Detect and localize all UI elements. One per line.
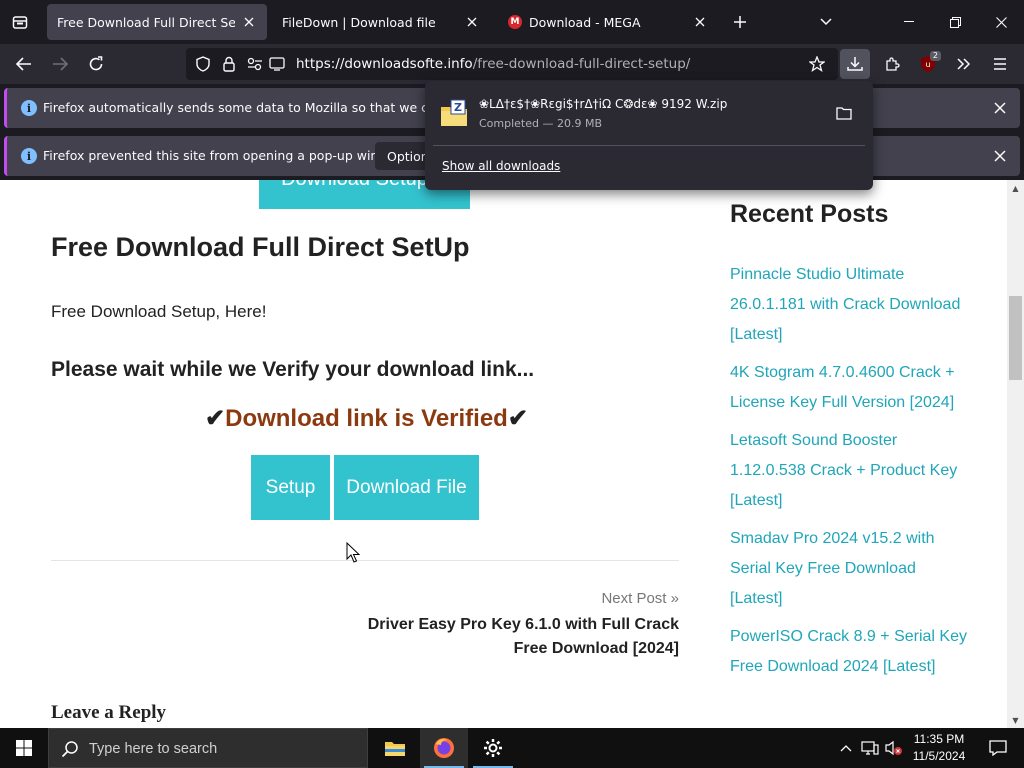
recent-post-link[interactable]: Pinnacle Studio Ultimate 26.0.1.181 with… xyxy=(730,260,970,350)
windows-taskbar: Type here to search 11:35 PM 11/5/2024 xyxy=(0,728,1024,768)
download-status: Completed — 20.9 MB xyxy=(479,117,603,130)
checkmark-icon: ✔ xyxy=(205,405,226,432)
minimize-icon[interactable] xyxy=(886,0,932,44)
windows-start-icon[interactable] xyxy=(0,728,48,768)
tab-mega[interactable]: M Download - MEGA xyxy=(498,4,718,40)
next-post-link[interactable]: Driver Easy Pro Key 6.1.0 with Full Crac… xyxy=(360,613,679,661)
page-info-icon[interactable] xyxy=(268,55,286,73)
divider xyxy=(433,145,865,146)
show-all-downloads-button[interactable]: Show all downloads xyxy=(442,159,560,173)
system-clock[interactable]: 11:35 PM 11/5/2024 xyxy=(908,731,970,765)
url-bar[interactable]: https://downloadsofte.info/free-download… xyxy=(186,48,838,80)
download-file-button[interactable]: Download File xyxy=(334,455,479,520)
close-icon[interactable] xyxy=(990,146,1010,166)
url-path: /free-download-full-direct-setup/ xyxy=(472,56,691,72)
recent-post-link[interactable]: PowerISO Crack 8.9 + Serial Key Free Dow… xyxy=(730,622,970,682)
shield-icon[interactable] xyxy=(194,55,212,73)
intro-text: Free Download Setup, Here! xyxy=(51,302,267,321)
list-all-tabs-icon[interactable] xyxy=(814,10,838,34)
folder-icon[interactable] xyxy=(833,103,855,123)
firefox-view-icon[interactable] xyxy=(8,10,32,34)
firefox-taskbar-icon[interactable] xyxy=(420,728,468,768)
taskbar-search-input[interactable]: Type here to search xyxy=(48,728,368,768)
tab-label: Free Download Full Direct SetUp - D xyxy=(57,14,235,30)
close-icon[interactable] xyxy=(241,14,257,30)
post-title: Free Download Full Direct SetUp xyxy=(51,232,470,262)
lock-icon[interactable] xyxy=(220,55,238,73)
downloads-panel: Z ❀LΔ†ε$†❀Rεgi$†rΔ†iΩ C❂dε❀ 9192 W.zip C… xyxy=(425,81,873,190)
show-all-label: Show all downloads xyxy=(442,159,561,173)
svg-text:u: u xyxy=(925,60,930,69)
tab-filedown[interactable]: FileDown | Download file xyxy=(272,4,490,40)
url-host: https://downloadsofte.info xyxy=(296,56,473,72)
ublock-origin-icon[interactable]: u 2 xyxy=(913,49,943,79)
navigation-toolbar: https://downloadsofte.info/free-download… xyxy=(0,44,1024,84)
search-icon xyxy=(61,741,78,758)
download-item[interactable]: Z ❀LΔ†ε$†❀Rεgi$†rΔ†iΩ C❂dε❀ 9192 W.zip C… xyxy=(433,87,865,137)
notification-center-icon[interactable] xyxy=(978,728,1018,768)
verified-message: ✔Download link is Verified✔ xyxy=(205,404,528,433)
volume-muted-icon[interactable] xyxy=(884,738,904,758)
menu-icon[interactable] xyxy=(985,49,1015,79)
downloads-icon[interactable] xyxy=(840,49,870,79)
recent-posts-list: Pinnacle Studio Ultimate 26.0.1.181 with… xyxy=(730,260,970,690)
url-text[interactable]: https://downloadsofte.info/free-download… xyxy=(296,56,690,72)
close-icon[interactable] xyxy=(990,98,1010,118)
network-icon[interactable] xyxy=(860,738,880,758)
recent-post-link[interactable]: 4K Stogram 4.7.0.4600 Crack + License Ke… xyxy=(730,358,970,418)
file-explorer-icon[interactable] xyxy=(371,728,419,768)
info-icon: i xyxy=(21,100,37,116)
close-icon[interactable] xyxy=(692,14,708,30)
back-icon[interactable] xyxy=(9,49,39,79)
close-icon[interactable] xyxy=(464,14,480,30)
clock-date: 11/5/2024 xyxy=(912,749,966,763)
scroll-up-icon[interactable]: ▲ xyxy=(1007,180,1024,196)
notification-text: Firefox prevented this site from opening… xyxy=(43,148,407,163)
info-icon: i xyxy=(21,148,37,164)
new-tab-icon[interactable] xyxy=(728,10,752,34)
divider xyxy=(51,560,679,561)
search-placeholder: Type here to search xyxy=(89,741,218,757)
restore-icon[interactable] xyxy=(932,0,978,44)
chevron-up-icon[interactable] xyxy=(836,738,856,758)
vertical-scrollbar[interactable]: ▲ ▼ xyxy=(1007,180,1024,728)
next-post-label[interactable]: Next Post » xyxy=(601,590,679,607)
forward-icon[interactable] xyxy=(45,49,75,79)
mouse-cursor-icon xyxy=(346,542,360,563)
window-close-icon[interactable] xyxy=(978,0,1024,44)
extension-badge: 2 xyxy=(929,51,941,61)
tab-free-download[interactable]: Free Download Full Direct SetUp - D xyxy=(47,4,267,40)
tab-label: FileDown | Download file xyxy=(282,14,436,30)
svg-text:Z: Z xyxy=(454,101,462,114)
more-tools-icon[interactable] xyxy=(949,49,979,79)
extensions-icon[interactable] xyxy=(877,49,907,79)
permissions-icon[interactable] xyxy=(246,55,264,73)
settings-gear-icon[interactable] xyxy=(469,728,517,768)
tab-bar: Free Download Full Direct SetUp - D File… xyxy=(0,0,1024,44)
wait-heading: Please wait while we Verify your downloa… xyxy=(51,358,535,381)
zip-archive-icon: Z xyxy=(441,99,467,126)
web-page: Download Setup H Free Download Full Dire… xyxy=(0,180,1007,728)
verified-text: Download link is Verified xyxy=(225,405,508,432)
download-file-name: ❀LΔ†ε$†❀Rεgi$†rΔ†iΩ C❂dε❀ 9192 W.zip xyxy=(479,97,728,111)
recent-post-link[interactable]: Smadav Pro 2024 v15.2 with Serial Key Fr… xyxy=(730,524,970,614)
bookmark-star-icon[interactable] xyxy=(808,55,826,73)
setup-button[interactable]: Setup xyxy=(251,455,330,520)
recent-post-link[interactable]: Letasoft Sound Booster 1.12.0.538 Crack … xyxy=(730,426,970,516)
mega-logo-icon: M xyxy=(508,15,522,29)
scroll-thumb[interactable] xyxy=(1009,296,1022,380)
leave-reply-heading: Leave a Reply xyxy=(51,702,167,723)
scroll-down-icon[interactable]: ▼ xyxy=(1007,712,1024,728)
clock-time: 11:35 PM xyxy=(913,732,965,746)
checkmark-icon: ✔ xyxy=(507,405,528,432)
tab-label: Download - MEGA xyxy=(529,14,641,30)
recent-posts-heading: Recent Posts xyxy=(730,200,889,228)
reload-icon[interactable] xyxy=(81,49,111,79)
